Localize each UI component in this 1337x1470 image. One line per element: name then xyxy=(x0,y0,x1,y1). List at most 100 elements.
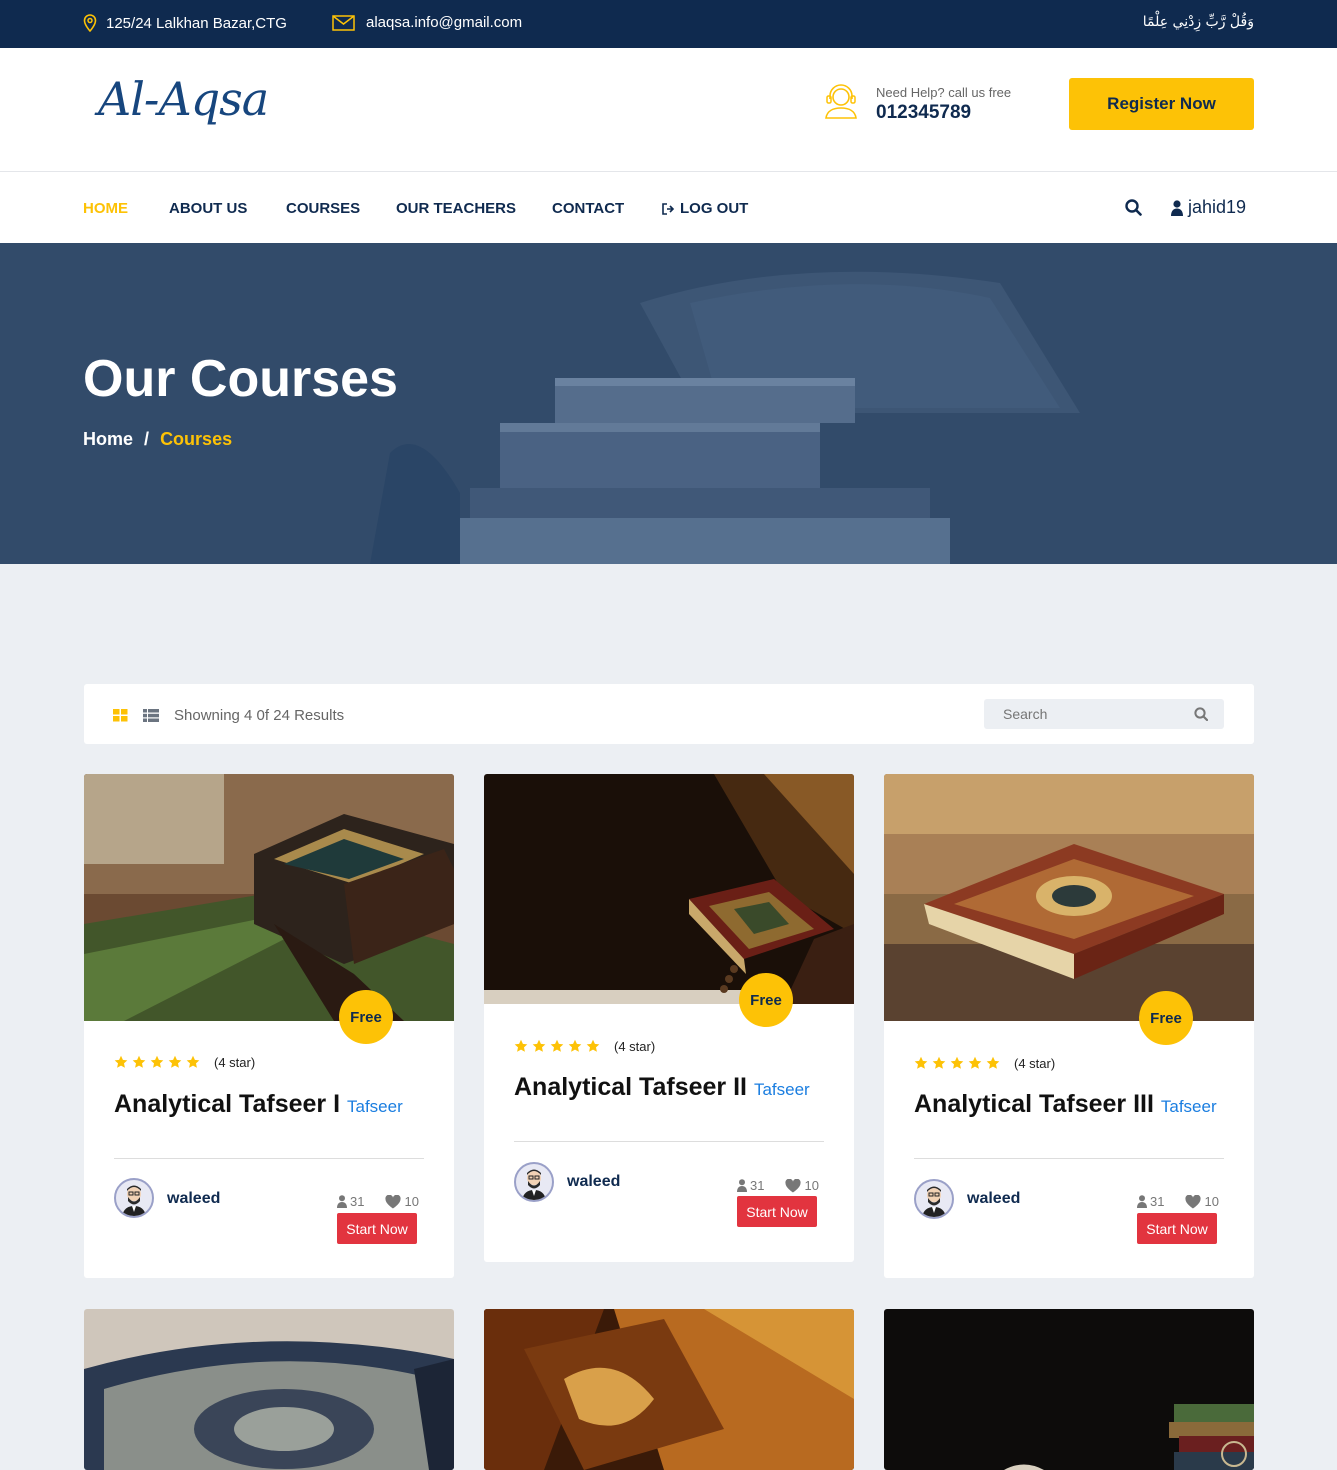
like-count: 10 xyxy=(404,1194,419,1209)
start-now-button[interactable]: Start Now xyxy=(1137,1213,1217,1244)
address-text: 125/24 Lalkhan Bazar,CTG xyxy=(106,14,287,32)
results-toolbar: Showning 4 0f 24 Results xyxy=(84,684,1254,744)
user-icon xyxy=(337,1195,347,1208)
start-now-button[interactable]: Start Now xyxy=(737,1196,817,1227)
course-search xyxy=(984,699,1224,729)
nav-contact[interactable]: CONTACT xyxy=(552,200,624,217)
star-icon xyxy=(950,1056,964,1069)
search-input[interactable] xyxy=(984,699,1184,729)
course-title[interactable]: Analytical Tafseer I Tafseer xyxy=(114,1090,403,1119)
like-count: 10 xyxy=(1204,1194,1219,1209)
course-stats: 31 10 xyxy=(337,1194,419,1209)
rating-text: (4 star) xyxy=(1014,1056,1056,1071)
avatar xyxy=(914,1179,954,1219)
course-category[interactable]: Tafseer xyxy=(754,1080,810,1099)
price-badge: Free xyxy=(339,990,393,1044)
nav-about-us[interactable]: ABOUT US xyxy=(169,200,247,217)
header: Al-Aqsa Need Help? call us free 01234578… xyxy=(0,48,1337,172)
avatar xyxy=(514,1162,554,1202)
username: jahid19 xyxy=(1188,197,1247,217)
breadcrumb-home[interactable]: Home xyxy=(83,429,133,449)
course-card[interactable]: Free (4 star) Analytical Tafseer III Taf… xyxy=(884,774,1254,1278)
main-nav: HOME ABOUT US COURSES OUR TEACHERS CONTA… xyxy=(0,172,1337,243)
course-card[interactable] xyxy=(884,1309,1254,1470)
course-card[interactable] xyxy=(484,1309,854,1470)
star-icon xyxy=(914,1056,928,1069)
page-title: Our Courses xyxy=(83,350,398,408)
breadcrumb: Home / Courses xyxy=(83,429,232,450)
price-badge: Free xyxy=(739,973,793,1027)
location-pin-icon xyxy=(83,14,97,32)
divider xyxy=(914,1158,1224,1159)
author-name[interactable]: waleed xyxy=(967,1190,1020,1208)
course-category[interactable]: Tafseer xyxy=(1161,1097,1217,1116)
nav-courses[interactable]: COURSES xyxy=(286,200,360,217)
star-icon xyxy=(150,1055,164,1068)
grid-view-icon[interactable] xyxy=(113,709,128,727)
page-banner: Our Courses Home / Courses xyxy=(0,243,1337,564)
avatar xyxy=(114,1178,154,1218)
star-icon xyxy=(568,1039,582,1052)
course-card[interactable]: Free (4 star) Analytical Tafseer II Tafs… xyxy=(484,774,854,1262)
author-name[interactable]: waleed xyxy=(167,1190,220,1208)
author-name[interactable]: waleed xyxy=(567,1173,620,1191)
arabic-verse: وَقُلْ رَّبِّ زِدْنِي عِلْمًا xyxy=(1142,14,1254,30)
star-rating xyxy=(514,1039,600,1053)
breadcrumb-current: Courses xyxy=(160,429,233,449)
divider xyxy=(114,1158,424,1159)
star-icon xyxy=(968,1056,982,1069)
student-count: 31 xyxy=(350,1194,365,1209)
address: 125/24 Lalkhan Bazar,CTG xyxy=(83,14,287,32)
course-image xyxy=(884,774,1254,1021)
course-title[interactable]: Analytical Tafseer III Tafseer xyxy=(914,1090,1217,1119)
course-stats: 31 10 xyxy=(1137,1194,1219,1209)
star-icon xyxy=(168,1055,182,1068)
nav-our-teachers[interactable]: OUR TEACHERS xyxy=(396,200,516,217)
star-icon xyxy=(514,1039,528,1052)
star-icon xyxy=(186,1055,200,1068)
site-logo[interactable]: Al-Aqsa xyxy=(98,72,269,126)
search-icon[interactable] xyxy=(1194,707,1209,726)
list-view-icon[interactable] xyxy=(143,709,159,727)
course-image xyxy=(484,1309,854,1470)
user-account[interactable]: jahid19 xyxy=(1171,197,1246,218)
register-button[interactable]: Register Now xyxy=(1069,78,1254,130)
help-phone[interactable]: 012345789 xyxy=(876,102,1011,124)
star-rating xyxy=(114,1055,200,1069)
course-image xyxy=(84,1309,454,1470)
email[interactable]: alaqsa.info@gmail.com xyxy=(332,14,522,31)
heart-icon xyxy=(1185,1194,1202,1208)
price-badge: Free xyxy=(1139,991,1193,1045)
course-category[interactable]: Tafseer xyxy=(347,1097,403,1116)
nav-log-out[interactable]: LOG OUT xyxy=(662,200,748,217)
breadcrumb-separator: / xyxy=(144,429,150,449)
start-now-button[interactable]: Start Now xyxy=(337,1213,417,1244)
course-title-text: Analytical Tafseer II xyxy=(514,1073,747,1101)
course-title[interactable]: Analytical Tafseer II Tafseer xyxy=(514,1073,810,1102)
course-card[interactable] xyxy=(84,1309,454,1470)
search-icon[interactable] xyxy=(1125,199,1142,221)
headset-icon xyxy=(825,84,857,119)
email-text: alaqsa.info@gmail.com xyxy=(366,14,523,31)
sign-out-icon xyxy=(662,202,675,215)
heart-icon xyxy=(385,1194,402,1208)
star-icon xyxy=(986,1056,1000,1069)
nav-log-out-label: LOG OUT xyxy=(680,200,749,217)
rating-text: (4 star) xyxy=(214,1055,256,1070)
course-image xyxy=(884,1309,1254,1470)
star-icon xyxy=(532,1039,546,1052)
course-stats: 31 10 xyxy=(737,1178,819,1193)
course-card[interactable]: Free (4 star) Analytical Tafseer I Tafse… xyxy=(84,774,454,1278)
help-contact: Need Help? call us free 012345789 xyxy=(822,82,1011,124)
nav-home[interactable]: HOME xyxy=(83,200,128,217)
course-image xyxy=(484,774,854,1004)
results-count: Showning 4 0f 24 Results xyxy=(174,707,345,724)
help-label: Need Help? call us free xyxy=(876,85,1012,100)
course-image xyxy=(84,774,454,1021)
star-icon xyxy=(586,1039,600,1052)
star-icon xyxy=(114,1055,128,1068)
like-count: 10 xyxy=(804,1178,819,1193)
course-title-text: Analytical Tafseer III xyxy=(914,1090,1154,1118)
star-rating xyxy=(914,1056,1000,1070)
star-icon xyxy=(932,1056,946,1069)
